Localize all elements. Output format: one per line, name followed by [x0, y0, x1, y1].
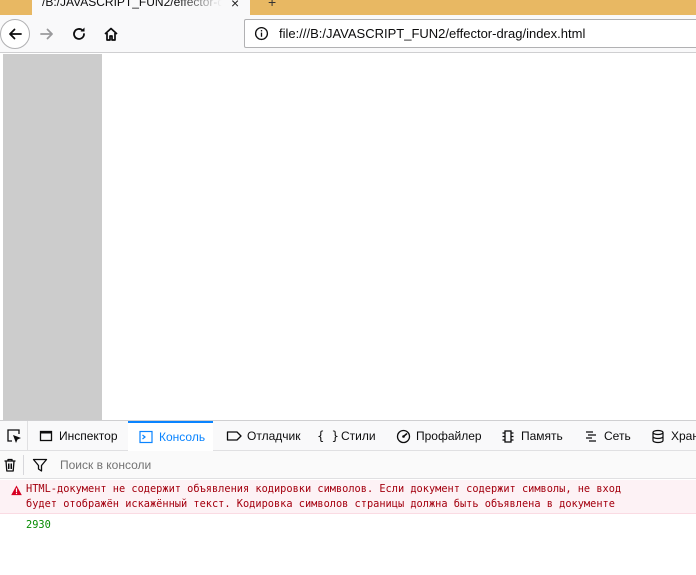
back-arrow-icon: [9, 28, 22, 40]
filter-icon: [32, 458, 48, 472]
tab-memory[interactable]: Память: [500, 421, 563, 451]
tab-inspector-label: Инспектор: [59, 429, 118, 443]
tab-close-icon[interactable]: ×: [231, 0, 239, 10]
gray-panel[interactable]: [3, 54, 102, 420]
page-content: [0, 54, 696, 420]
tab-storage[interactable]: Хран: [650, 421, 696, 451]
console-log-value: 2930: [26, 519, 51, 531]
tab-network-label: Сеть: [604, 429, 631, 443]
storage-icon: [650, 428, 666, 444]
console-toolbar: [0, 451, 696, 479]
console-icon: [138, 429, 154, 445]
inspector-icon: [38, 428, 54, 444]
tab-memory-label: Память: [521, 429, 563, 443]
forward-button[interactable]: [32, 19, 62, 49]
url-bar[interactable]: file:///B:/JAVASCRIPT_FUN2/effector-drag…: [244, 19, 696, 48]
tab-debugger[interactable]: Отладчик: [226, 421, 300, 451]
toolbar-divider: [23, 455, 24, 475]
home-button[interactable]: [96, 19, 126, 49]
browser-tab[interactable]: /B:/JAVASCRIPT_FUN2/effector-drag: [32, 0, 250, 15]
tab-network[interactable]: Сеть: [583, 421, 631, 451]
trash-icon[interactable]: [2, 457, 18, 473]
tab-title: /B:/JAVASCRIPT_FUN2/effector-drag: [42, 0, 222, 9]
url-text[interactable]: file:///B:/JAVASCRIPT_FUN2/effector-drag…: [279, 26, 585, 41]
tab-console-label: Консоль: [159, 430, 206, 444]
site-info-icon[interactable]: [254, 26, 269, 41]
style-editor-icon: { }: [317, 429, 339, 443]
reload-button[interactable]: [64, 19, 94, 49]
tab-debugger-label: Отладчик: [247, 429, 301, 443]
navigation-bar: file:///B:/JAVASCRIPT_FUN2/effector-drag…: [0, 15, 696, 53]
memory-icon: [500, 428, 516, 444]
element-picker-button[interactable]: [0, 421, 28, 451]
tab-console[interactable]: Консоль: [128, 421, 214, 451]
tab-profiler[interactable]: Профайлер: [395, 421, 482, 451]
tab-profiler-label: Профайлер: [416, 429, 482, 443]
console-search-input[interactable]: [54, 455, 694, 475]
reload-icon: [73, 27, 85, 40]
network-icon: [583, 428, 599, 444]
tab-style-editor[interactable]: { } Стили: [317, 421, 376, 451]
tab-strip: /B:/JAVASCRIPT_FUN2/effector-drag × +: [0, 0, 696, 15]
error-text-line-1: HTML-документ не содержит объявления код…: [26, 483, 622, 495]
tab-style-editor-label: Стили: [341, 429, 376, 443]
tab-inspector[interactable]: Инспектор: [38, 421, 118, 451]
home-icon: [104, 27, 118, 41]
warning-icon: [11, 485, 22, 496]
back-button[interactable]: [0, 19, 30, 49]
forward-arrow-icon: [40, 28, 53, 40]
error-text-line-2: будет отображён искажённый текст. Кодиро…: [26, 498, 615, 510]
element-picker-icon: [6, 429, 21, 443]
devtools-tab-bar: Инспектор Консоль Отладчик { } Стили Про…: [0, 421, 696, 451]
devtools-panel: Инспектор Консоль Отладчик { } Стили Про…: [0, 420, 696, 575]
profiler-icon: [395, 428, 411, 444]
debugger-icon: [226, 428, 242, 444]
new-tab-icon[interactable]: +: [268, 0, 276, 10]
console-error-message: HTML-документ не содержит объявления код…: [0, 480, 696, 514]
tab-storage-label: Хран: [671, 429, 696, 443]
